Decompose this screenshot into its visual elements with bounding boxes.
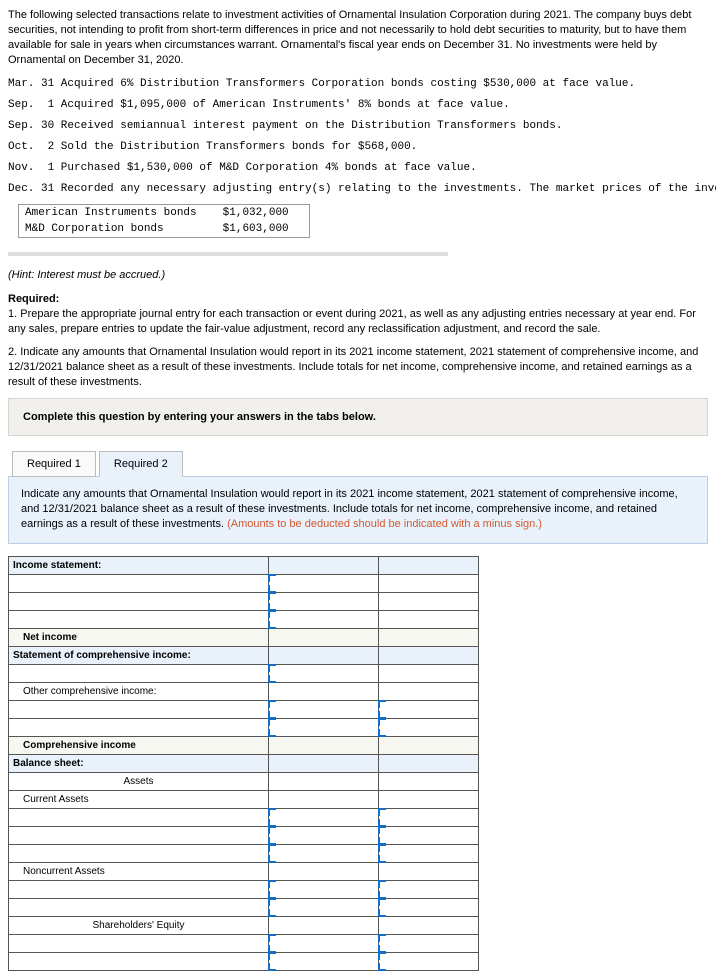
header-blank-1 [269, 556, 379, 574]
select-item-ca-2[interactable] [9, 826, 269, 844]
active-tab-prompt: Indicate any amounts that Ornamental Ins… [8, 476, 708, 544]
header-balance-sheet: Balance sheet: [9, 754, 269, 772]
input-nca-1b[interactable] [379, 880, 479, 898]
cell-blank [379, 664, 479, 682]
label-net-income: Net income [9, 628, 269, 646]
cell-blank [379, 610, 479, 628]
input-income-1a[interactable] [269, 574, 379, 592]
subhead-shareholders-equity: Shareholders' Equity [9, 916, 269, 934]
prompt-note: (Amounts to be deducted should be indica… [227, 518, 542, 530]
select-item-soci-1[interactable] [9, 664, 269, 682]
select-item-income-1[interactable] [9, 574, 269, 592]
input-nca-2a[interactable] [269, 898, 379, 916]
cell-blank [379, 916, 479, 934]
select-item-income-2[interactable] [9, 592, 269, 610]
cell-blank [379, 790, 479, 808]
cell-blank [269, 772, 379, 790]
input-se-2b[interactable] [379, 952, 479, 970]
input-ca-3a[interactable] [269, 844, 379, 862]
input-ca-1a[interactable] [269, 808, 379, 826]
select-item-se-1[interactable] [9, 934, 269, 952]
input-income-3a[interactable] [269, 610, 379, 628]
transaction-line-5: Nov. 1 Purchased $1,530,000 of M&D Corpo… [8, 161, 708, 176]
input-ca-2a[interactable] [269, 826, 379, 844]
input-soci-1[interactable] [269, 664, 379, 682]
input-se-1a[interactable] [269, 934, 379, 952]
input-nca-2b[interactable] [379, 898, 479, 916]
label-comprehensive-income: Comprehensive income [9, 736, 269, 754]
transaction-line-6: Dec. 31 Recorded any necessary adjusting… [8, 182, 708, 197]
cell-blank [269, 916, 379, 934]
cell-blank [379, 736, 479, 754]
tab-required-2[interactable]: Required 2 [99, 451, 183, 477]
hint-text: (Hint: Interest must be accrued.) [8, 269, 165, 281]
market-row-1-name: American Instruments bonds [19, 205, 217, 222]
answer-grid: Income statement: Net income Statement o… [8, 556, 479, 971]
cell-blank [379, 574, 479, 592]
input-income-2a[interactable] [269, 592, 379, 610]
select-item-nca-2[interactable] [9, 898, 269, 916]
cell-blank [379, 772, 479, 790]
input-se-2a[interactable] [269, 952, 379, 970]
header-blank [269, 646, 379, 664]
select-item-se-2[interactable] [9, 952, 269, 970]
cell-blank [269, 682, 379, 700]
input-oci-2b[interactable] [379, 718, 479, 736]
subhead-assets: Assets [9, 772, 269, 790]
tab-required-1[interactable]: Required 1 [12, 451, 96, 477]
input-oci-1a[interactable] [269, 700, 379, 718]
select-item-ca-3[interactable] [9, 844, 269, 862]
cell-blank [379, 592, 479, 610]
header-soci: Statement of comprehensive income: [9, 646, 269, 664]
intro-paragraph: The following selected transactions rela… [8, 8, 708, 67]
input-ca-2b[interactable] [379, 826, 479, 844]
select-item-nca-1[interactable] [9, 880, 269, 898]
cell-blank [269, 790, 379, 808]
label-current-assets: Current Assets [9, 790, 269, 808]
input-nca-1a[interactable] [269, 880, 379, 898]
tab-bar: Required 1 Required 2 [12, 450, 708, 476]
required-item-2: 2. Indicate any amounts that Ornamental … [8, 345, 708, 390]
select-item-income-3[interactable] [9, 610, 269, 628]
transaction-line-1: Mar. 31 Acquired 6% Distribution Transfo… [8, 77, 708, 92]
header-blank [379, 646, 479, 664]
transaction-line-2: Sep. 1 Acquired $1,095,000 of American I… [8, 98, 708, 113]
label-oci: Other comprehensive income: [9, 682, 269, 700]
input-oci-2a[interactable] [269, 718, 379, 736]
required-heading: Required: [8, 293, 708, 305]
select-item-oci-1[interactable] [9, 700, 269, 718]
input-ca-3b[interactable] [379, 844, 479, 862]
select-item-ca-1[interactable] [9, 808, 269, 826]
total-net-income [269, 628, 379, 646]
select-item-oci-2[interactable] [9, 718, 269, 736]
instruction-banner: Complete this question by entering your … [8, 398, 708, 436]
header-income-statement: Income statement: [9, 556, 269, 574]
market-row-2-name: M&D Corporation bonds [19, 221, 217, 238]
input-se-1b[interactable] [379, 934, 479, 952]
header-blank [379, 754, 479, 772]
total-comprehensive-income [269, 736, 379, 754]
market-row-1-price: $1,032,000 [217, 205, 310, 222]
required-item-1: 1. Prepare the appropriate journal entry… [8, 307, 708, 337]
input-ca-1b[interactable] [379, 808, 479, 826]
input-oci-1b[interactable] [379, 700, 479, 718]
market-row-2-price: $1,603,000 [217, 221, 310, 238]
transaction-line-4: Oct. 2 Sold the Distribution Transformer… [8, 140, 708, 155]
header-blank-2 [379, 556, 479, 574]
header-blank [269, 754, 379, 772]
transaction-line-3: Sep. 30 Received semiannual interest pay… [8, 119, 708, 134]
market-price-table: American Instruments bonds $1,032,000 M&… [18, 204, 310, 238]
cell-blank [379, 628, 479, 646]
cell-blank [379, 682, 479, 700]
